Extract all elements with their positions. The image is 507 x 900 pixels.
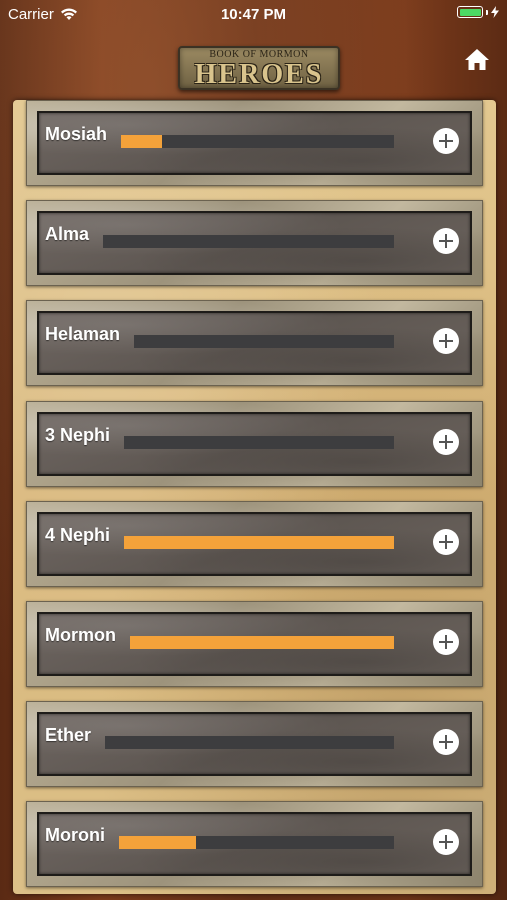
progress-track	[124, 435, 394, 449]
battery-icon	[457, 6, 483, 18]
book-row-inner: Alma	[37, 211, 472, 276]
progress-track	[124, 535, 394, 549]
progress-track	[105, 736, 394, 750]
add-button[interactable]	[433, 128, 459, 154]
add-button[interactable]	[433, 428, 459, 455]
book-name-label: Mosiah	[45, 124, 108, 144]
add-button[interactable]	[433, 328, 459, 355]
book-name-label: Helaman	[45, 324, 121, 345]
battery-tip	[486, 9, 488, 15]
book-row-inner: Mormon	[37, 612, 472, 676]
book-row[interactable]: Mormon	[26, 601, 483, 687]
book-row[interactable]: Moroni	[26, 801, 483, 888]
progress-track	[119, 836, 394, 850]
home-icon	[465, 49, 489, 70]
logo-main-text: HEROES	[194, 59, 324, 90]
progress-fill	[121, 135, 162, 148]
book-row[interactable]: Ether	[26, 701, 483, 788]
progress-track	[121, 135, 394, 148]
book-row-inner: 3 Nephi	[37, 411, 472, 476]
book-name-label: 3 Nephi	[45, 424, 111, 445]
book-row-inner: Ether	[37, 712, 472, 777]
app-logo: BOOK OF MORMON HEROES	[178, 46, 340, 90]
book-row[interactable]: Helaman	[26, 300, 483, 387]
book-row-inner: 4 Nephi	[37, 511, 472, 576]
book-row[interactable]: Mosiah	[26, 100, 483, 186]
charging-icon	[491, 6, 499, 18]
books-panel: Mosiah Alma Helaman 3 Nephi 4 Nephi Mormon Eth…	[13, 100, 496, 894]
home-button[interactable]	[464, 48, 490, 72]
add-button[interactable]	[433, 528, 459, 555]
book-row[interactable]: 4 Nephi	[26, 500, 483, 587]
book-name-label: Mormon	[45, 625, 116, 645]
status-time: 10:47 PM	[220, 6, 287, 23]
status-bar: Carrier 10:47 PM	[0, 0, 507, 30]
progress-track	[130, 636, 394, 649]
book-name-label: Alma	[45, 224, 90, 245]
book-name-label: 4 Nephi	[45, 524, 111, 545]
book-name-label: Moroni	[45, 825, 105, 846]
progress-track	[134, 335, 394, 349]
progress-fill	[124, 535, 394, 549]
progress-fill	[119, 836, 196, 850]
book-row[interactable]: 3 Nephi	[26, 400, 483, 487]
progress-track	[103, 235, 394, 249]
book-row-inner: Mosiah	[37, 111, 472, 175]
status-right	[457, 6, 499, 18]
add-button[interactable]	[433, 629, 459, 655]
book-row-inner: Moroni	[37, 812, 472, 877]
add-button[interactable]	[433, 729, 459, 756]
progress-fill	[130, 636, 394, 649]
book-row[interactable]: Alma	[26, 200, 483, 287]
book-row-inner: Helaman	[37, 311, 472, 376]
add-button[interactable]	[433, 228, 459, 255]
book-name-label: Ether	[45, 725, 92, 746]
add-button[interactable]	[433, 829, 459, 856]
